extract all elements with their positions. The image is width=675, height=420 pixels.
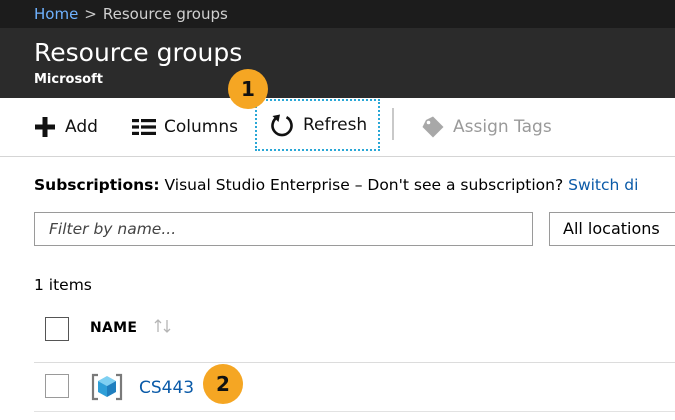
resource-group-icon bbox=[90, 372, 124, 406]
columns-button-label: Columns bbox=[164, 117, 238, 137]
callout-badge-2: 2 bbox=[203, 364, 243, 404]
sort-icon[interactable] bbox=[153, 318, 173, 338]
breadcrumb-current: Resource groups bbox=[102, 5, 228, 23]
toolbar: Add Columns Refresh Assign Tags bbox=[0, 98, 675, 157]
subscriptions-separator: – bbox=[354, 176, 363, 194]
toolbar-divider bbox=[392, 108, 394, 140]
columns-button[interactable]: Columns bbox=[132, 115, 238, 139]
breadcrumb-bar: Home > Resource groups bbox=[0, 0, 675, 28]
refresh-icon bbox=[269, 112, 295, 138]
subscriptions-line: Subscriptions: Visual Studio Enterprise … bbox=[34, 176, 675, 194]
resource-group-link[interactable]: CS443 bbox=[139, 378, 194, 398]
column-header-name[interactable]: NAME bbox=[90, 320, 137, 336]
locations-dropdown[interactable]: All locations bbox=[549, 212, 675, 246]
refresh-button[interactable]: Refresh bbox=[255, 99, 380, 151]
table-row-divider bbox=[34, 411, 675, 412]
callout-badge-1: 1 bbox=[228, 69, 268, 109]
breadcrumb-separator: > bbox=[84, 5, 97, 23]
page-title: Resource groups bbox=[34, 38, 243, 67]
assign-tags-button[interactable]: Assign Tags bbox=[421, 115, 552, 139]
subscriptions-label: Subscriptions: bbox=[34, 176, 160, 194]
locations-selected-value: All locations bbox=[563, 219, 660, 238]
add-button-label: Add bbox=[65, 117, 98, 137]
breadcrumb-home-link[interactable]: Home bbox=[34, 5, 78, 23]
assign-tags-button-label: Assign Tags bbox=[453, 117, 552, 137]
add-button[interactable]: Add bbox=[33, 115, 98, 139]
refresh-button-label: Refresh bbox=[303, 115, 368, 135]
row-checkbox[interactable] bbox=[45, 374, 69, 398]
subscriptions-value: Visual Studio Enterprise bbox=[164, 176, 350, 194]
table-header-divider bbox=[34, 362, 675, 363]
page-header: Resource groups Microsoft bbox=[0, 28, 675, 98]
breadcrumb: Home > Resource groups bbox=[34, 5, 228, 23]
filter-by-name-input[interactable] bbox=[34, 212, 533, 246]
switch-directory-link[interactable]: Switch di bbox=[568, 176, 638, 194]
page-subtitle: Microsoft bbox=[34, 72, 103, 87]
plus-icon bbox=[33, 115, 57, 139]
columns-icon bbox=[132, 119, 156, 135]
select-all-checkbox[interactable] bbox=[45, 317, 69, 341]
subscriptions-prompt: Don't see a subscription? bbox=[367, 176, 564, 194]
tag-icon bbox=[421, 115, 445, 139]
items-count: 1 items bbox=[34, 276, 92, 294]
